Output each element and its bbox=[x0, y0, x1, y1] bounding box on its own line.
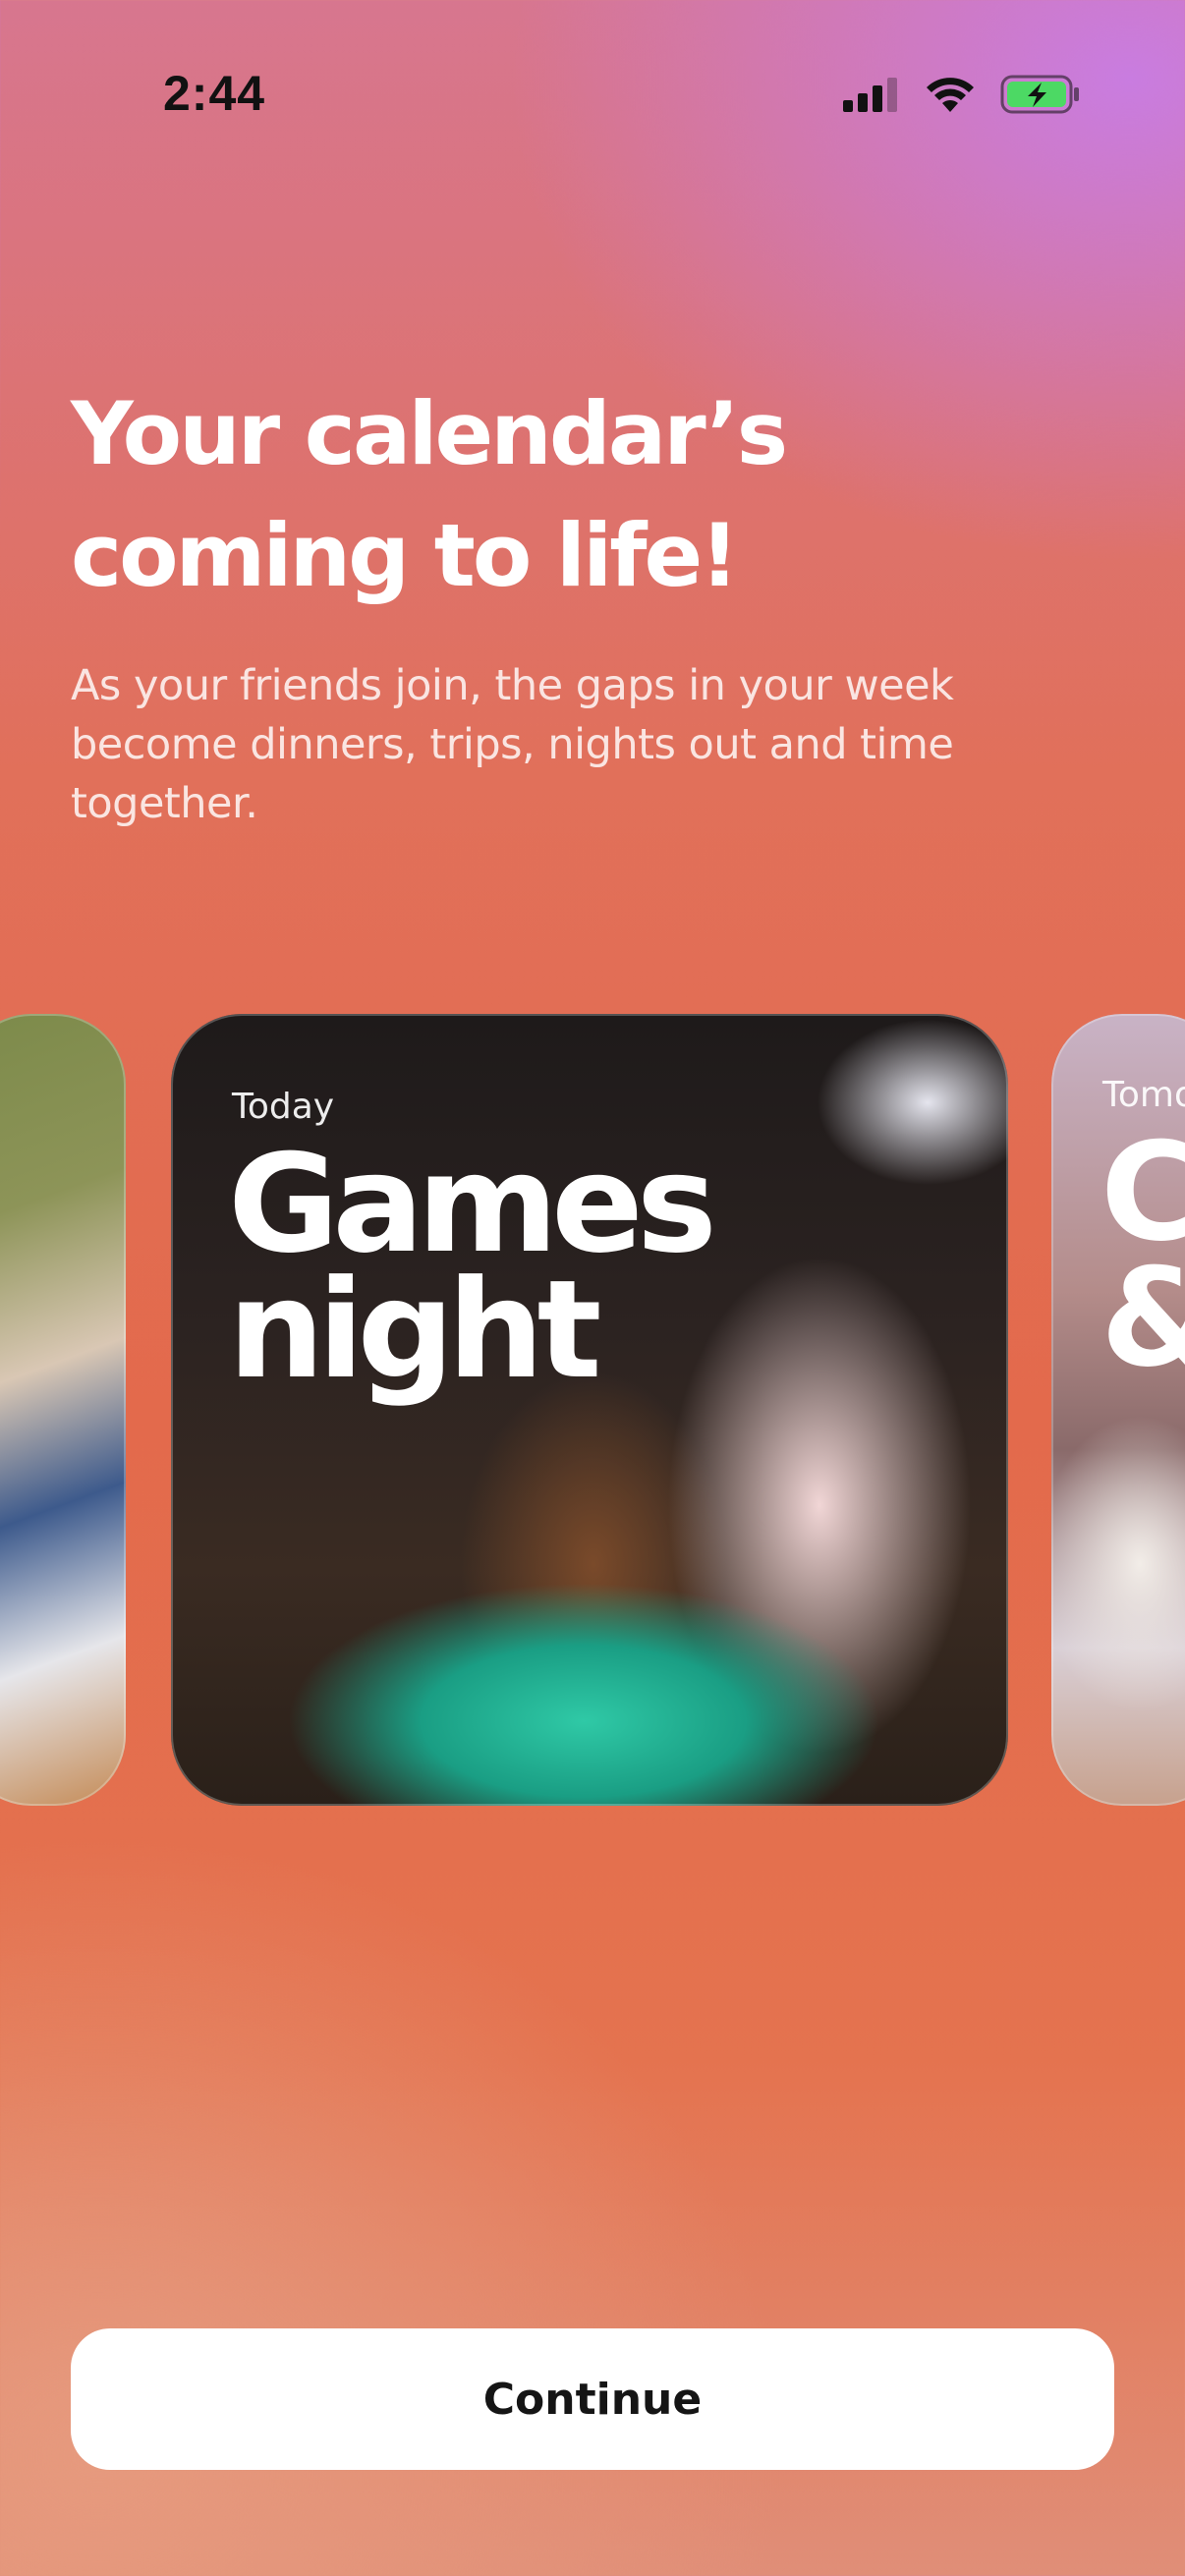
event-card-title: Games night bbox=[228, 1137, 717, 1398]
event-card-previous[interactable] bbox=[0, 1014, 126, 1806]
event-card-title: C & bbox=[1100, 1125, 1185, 1386]
event-card-carousel[interactable]: Today Games night Tomo C & bbox=[0, 1014, 1185, 1806]
status-bar: 2:44 bbox=[0, 0, 1185, 196]
event-card-title-line: night bbox=[228, 1251, 602, 1409]
event-card-day: Tomo bbox=[1102, 1075, 1185, 1115]
continue-button[interactable]: Continue bbox=[71, 2328, 1114, 2470]
event-card-day: Today bbox=[232, 1087, 335, 1127]
event-card-next[interactable]: Tomo C & bbox=[1051, 1014, 1185, 1806]
page-subtitle: As your friends join, the gaps in your w… bbox=[71, 661, 954, 828]
status-time: 2:44 bbox=[163, 66, 266, 121]
page-title: Your calendar’s coming to life! bbox=[71, 383, 788, 606]
event-card-title-line: & bbox=[1100, 1239, 1185, 1397]
wifi-icon bbox=[924, 75, 977, 114]
battery-charging-icon bbox=[1000, 75, 1081, 114]
cellular-signal-icon bbox=[841, 77, 900, 112]
event-card-current[interactable]: Today Games night bbox=[171, 1014, 1008, 1806]
status-icons bbox=[841, 75, 1081, 114]
